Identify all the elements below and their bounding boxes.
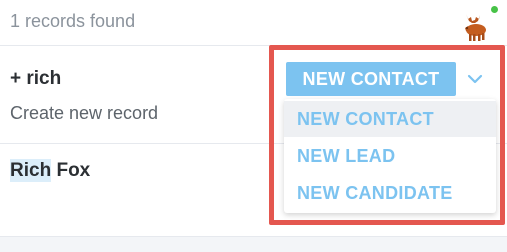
results-header: 1 records found (0, 0, 507, 46)
menu-item-new-lead[interactable]: NEW LEAD (284, 138, 496, 174)
online-status-dot (490, 5, 499, 14)
result-name[interactable]: Rich Fox (10, 159, 91, 182)
search-results-panel: 1 records found + rich Create new record… (0, 0, 507, 252)
new-contact-button[interactable]: NEW CONTACT (286, 62, 456, 96)
moose-avatar-icon[interactable] (458, 8, 492, 42)
search-query-text: + rich (10, 68, 62, 89)
chevron-down-icon (467, 74, 483, 84)
create-new-record-label[interactable]: Create new record (10, 103, 158, 124)
match-highlight: Rich (10, 159, 52, 182)
dropdown-toggle-button[interactable] (458, 62, 492, 96)
new-record-dropdown-menu: NEW CONTACT NEW LEAD NEW CANDIDATE (284, 99, 496, 213)
menu-item-new-candidate[interactable]: NEW CANDIDATE (284, 175, 496, 211)
result-name-rest: Fox (51, 160, 91, 181)
footer-divider (0, 236, 507, 252)
records-count: 1 records found (10, 11, 136, 31)
menu-item-new-contact[interactable]: NEW CONTACT (284, 101, 496, 137)
